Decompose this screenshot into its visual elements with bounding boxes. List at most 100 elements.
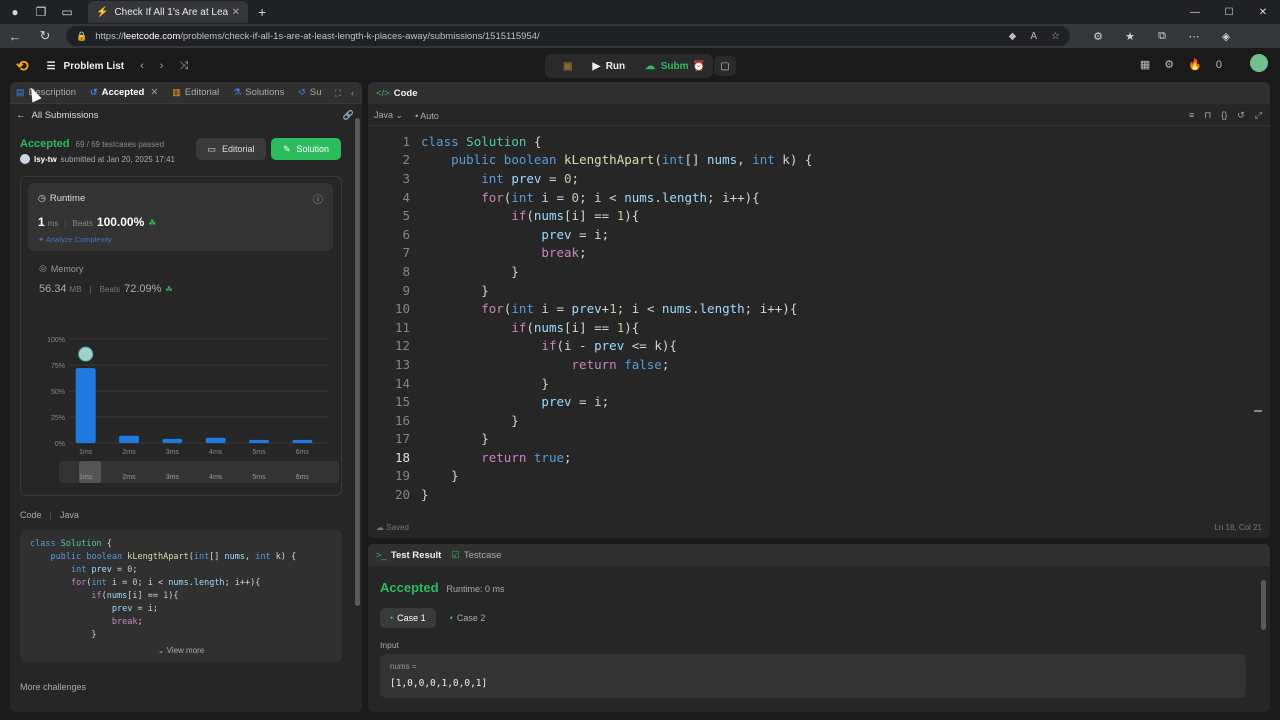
memory-card[interactable]: ◎ Memory (39, 263, 83, 274)
line-number: 7 (402, 245, 410, 261)
runtime-card[interactable]: ◷ Runtime ⓘ 1 ms | Beats 100.00% ☘ ✦ Anal… (28, 183, 333, 251)
fullscreen-icon[interactable]: ⤢ (1255, 110, 1262, 121)
code-line[interactable]: 18 return true; (368, 448, 1270, 467)
extensions-icon[interactable]: ⚙ (1082, 30, 1114, 43)
x-tick-label: 3ms (166, 449, 180, 456)
close-accepted-tab-icon[interactable]: ✕ (150, 87, 158, 98)
tab-solutions[interactable]: ⚗ Solutions (233, 87, 284, 98)
code-line[interactable]: 7 break; (368, 244, 1270, 263)
code-line[interactable]: 17 } (368, 430, 1270, 449)
all-submissions-link[interactable]: ← All Submissions (16, 110, 99, 121)
analyze-complexity-link[interactable]: ✦ Analyze Complexity (38, 235, 112, 244)
code-line[interactable]: 6 prev = i; (368, 225, 1270, 244)
code-line[interactable]: 3 int prev = 0; (368, 169, 1270, 188)
info-icon[interactable]: ⓘ (313, 191, 323, 206)
tab-actions-icon[interactable]: ▭ (56, 1, 78, 23)
settings-gear-icon[interactable]: ⚙ (1164, 58, 1174, 71)
expand-icon[interactable]: ⛶ (335, 88, 341, 99)
auto-mode[interactable]: • Auto (415, 111, 439, 121)
left-scrollbar[interactable] (355, 118, 360, 606)
code-line[interactable]: 15 prev = i; (368, 392, 1270, 411)
run-button[interactable]: ▶ Run (592, 61, 625, 72)
line-content: } (421, 487, 429, 503)
collections-icon[interactable]: ⧉ (1146, 30, 1178, 43)
tab-description[interactable]: ▤ Description (16, 87, 76, 98)
runtime-distribution-chart[interactable]: 0% 25% 50% 75% 100% 1ms 2ms 3ms 4ms 5ms 6ms 1ms 2ms 3… (29, 327, 339, 487)
url-field[interactable]: 🔒 https://leetcode.com/problems/check-if… (66, 26, 1070, 46)
avatar[interactable] (1236, 54, 1268, 75)
copilot-icon[interactable]: ◈ (1210, 30, 1242, 43)
profile-icon[interactable]: ● (4, 1, 26, 23)
solution-button[interactable]: ✎ Solution (271, 138, 341, 160)
share-link-icon[interactable]: 🔗 (343, 110, 354, 121)
tab-test-result[interactable]: >_ Test Result (376, 550, 441, 561)
alarm-icon[interactable]: ⏰ (688, 56, 710, 76)
shuffle-icon[interactable]: ⤨ (179, 60, 188, 73)
code-line[interactable]: 1 class Solution { (368, 132, 1270, 151)
next-problem-icon[interactable]: › (160, 60, 164, 72)
collapse-icon[interactable]: ‹ (351, 88, 354, 99)
minimize-icon[interactable]: — (1178, 0, 1212, 24)
code-line[interactable]: 10 for(int i = prev+1; i < nums.length; … (368, 299, 1270, 318)
case-2-tab[interactable]: • Case 2 (440, 608, 496, 628)
view-more-button[interactable]: ⌄ View more (20, 646, 342, 655)
code-line[interactable]: 8 } (368, 262, 1270, 281)
y-tick-label: 75% (51, 363, 65, 370)
prev-problem-icon[interactable]: ‹ (140, 60, 144, 72)
code-tab[interactable]: </> Code (368, 82, 1270, 104)
coupon-icon[interactable]: ◆ (1009, 31, 1017, 42)
code-line[interactable]: 4 for(int i = 0; i < nums.length; i++){ (368, 188, 1270, 207)
user-avatar[interactable] (20, 154, 30, 164)
maximize-icon[interactable]: ☐ (1212, 0, 1246, 24)
code-icon: </> (376, 87, 390, 99)
close-tab-icon[interactable]: ✕ (232, 7, 240, 18)
leetcode-header: ⟲ ☰ Problem List ‹ › ⤨ ▣ ▶ Run ☁ Submit … (0, 52, 1280, 80)
debug-icon[interactable]: ▣ (563, 61, 572, 72)
code-line[interactable]: 19 } (368, 467, 1270, 486)
streak-icon[interactable]: 🔥 0 (1188, 58, 1222, 71)
tab-testcase[interactable]: ☑ Testcase (451, 550, 501, 561)
workspaces-icon[interactable]: ❐ (30, 1, 52, 23)
editorial-button[interactable]: ▭ Editorial (196, 138, 266, 160)
tab-accepted-label: Accepted (101, 87, 145, 98)
tab-accepted[interactable]: ↺ Accepted ✕ (90, 87, 158, 98)
code-line[interactable]: 20} (368, 485, 1270, 504)
lock-icon[interactable]: 🔒 (76, 31, 87, 42)
code-line[interactable]: 13 return false; (368, 355, 1270, 374)
bookmark-icon[interactable]: ⊓ (1204, 110, 1211, 121)
refresh-icon[interactable]: ↻ (30, 28, 60, 44)
reset-icon[interactable]: ↺ (1237, 110, 1245, 121)
code-line[interactable]: 14 } (368, 374, 1270, 393)
problem-list-button[interactable]: ☰ Problem List (47, 61, 125, 72)
code-editor[interactable]: 1 class Solution {2 public boolean kLengt… (368, 132, 1270, 512)
username[interactable]: lsy-tw (34, 155, 57, 164)
favorites-icon[interactable]: ★ (1114, 30, 1146, 43)
more-icon[interactable]: ⋯ (1178, 30, 1210, 43)
tab-editorial[interactable]: ▥ Editorial (172, 87, 219, 98)
format-icon[interactable]: ≡ (1189, 110, 1194, 121)
note-icon[interactable]: ▢ (714, 56, 736, 76)
close-window-icon[interactable]: ✕ (1246, 0, 1280, 24)
read-aloud-icon[interactable]: A (1030, 31, 1037, 42)
bottom-scrollbar[interactable] (1261, 580, 1266, 630)
code-line[interactable]: 9 } (368, 281, 1270, 300)
back-icon[interactable]: ← (0, 29, 30, 44)
leetcode-logo-icon[interactable]: ⟲ (16, 57, 29, 75)
line-content: for(int i = prev+1; i < nums.length; i++… (481, 301, 798, 317)
case-1-tab[interactable]: • Case 1 (380, 608, 436, 628)
code-line[interactable]: 2 public boolean kLengthApart(int[] nums… (368, 151, 1270, 170)
language-select[interactable]: Java ⌄ (374, 110, 403, 121)
braces-icon[interactable]: {} (1221, 110, 1227, 121)
tab-submissions[interactable]: ↺ Su (298, 87, 321, 98)
range-label: 4ms (209, 474, 223, 481)
code-line[interactable]: 5 if(nums[i] == 1){ (368, 206, 1270, 225)
line-number: 1 (402, 133, 410, 149)
code-language: Java (59, 510, 79, 520)
favorite-star-icon[interactable]: ☆ (1051, 31, 1060, 42)
code-line[interactable]: 12 if(i - prev <= k){ (368, 337, 1270, 356)
browser-tab[interactable]: ⚡ Check If All 1's Are at Least Length ✕ (88, 1, 248, 23)
code-line[interactable]: 11 if(nums[i] == 1){ (368, 318, 1270, 337)
new-tab-icon[interactable]: + (258, 4, 266, 20)
code-line[interactable]: 16 } (368, 411, 1270, 430)
layout-icon[interactable]: ▦ (1140, 58, 1150, 71)
